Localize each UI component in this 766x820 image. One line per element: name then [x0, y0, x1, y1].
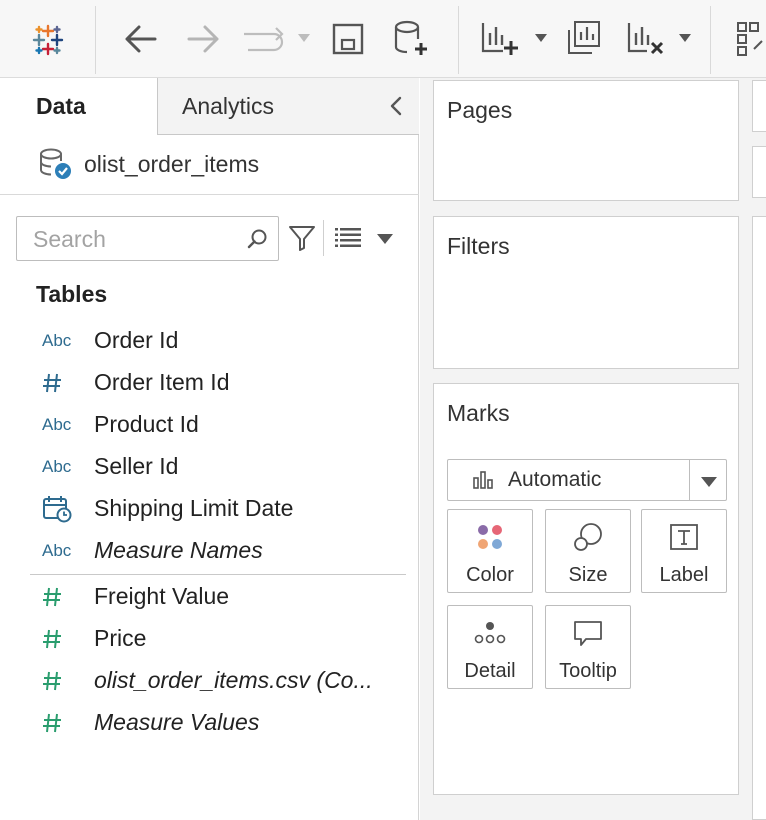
rows-shelf[interactable]	[752, 146, 766, 198]
marks-label-button[interactable]: Label	[641, 509, 727, 593]
field-measure-values[interactable]: Measure Values	[30, 703, 410, 743]
field-label: Seller Id	[94, 453, 179, 479]
data-pane: Data Analytics olist_order_items Search …	[0, 78, 419, 820]
field-label: Measure Names	[94, 537, 263, 563]
field-price[interactable]: Price	[30, 619, 410, 659]
field-label: Order Item Id	[94, 369, 230, 395]
label-icon	[642, 520, 726, 554]
filters-title: Filters	[447, 233, 510, 259]
collapse-pane-icon[interactable]	[386, 94, 410, 118]
save-icon[interactable]	[330, 20, 366, 58]
field-seller-id[interactable]: Abc Seller Id	[30, 447, 410, 487]
automatic-mark-icon	[473, 470, 493, 495]
redo-icon[interactable]	[242, 22, 288, 54]
field-product-id[interactable]: Abc Product Id	[30, 405, 410, 445]
calendar-icon	[42, 489, 82, 529]
swap-icon[interactable]	[734, 18, 766, 58]
marks-title: Marks	[447, 400, 510, 426]
string-type-icon: Abc	[42, 415, 72, 434]
number-type-icon	[42, 619, 82, 659]
clear-sheet-icon[interactable]	[624, 18, 666, 58]
toolbar-divider	[323, 220, 324, 256]
marks-tooltip-button[interactable]: Tooltip	[545, 605, 631, 689]
clear-sheet-dropdown-icon[interactable]	[677, 32, 693, 44]
tooltip-icon	[546, 616, 630, 650]
mark-type-label: Automatic	[508, 468, 602, 491]
tab-data[interactable]: Data	[0, 78, 158, 135]
field-label: Measure Values	[94, 709, 260, 735]
field-label: Order Id	[94, 327, 179, 353]
color-icon	[448, 520, 532, 554]
detail-label: Detail	[464, 660, 516, 682]
toolbar-divider	[95, 6, 96, 74]
tables-heading: Tables	[36, 281, 108, 307]
field-measure-names[interactable]: Abc Measure Names	[30, 531, 410, 571]
view-canvas[interactable]	[752, 216, 766, 820]
new-worksheet-icon[interactable]	[478, 18, 520, 58]
dropdown-divider	[689, 460, 690, 500]
size-icon	[546, 520, 630, 554]
field-label: olist_order_items.csv (Co...	[94, 667, 373, 693]
new-datasource-icon[interactable]	[390, 18, 430, 58]
redo-dropdown-icon[interactable]	[296, 32, 312, 44]
pages-title: Pages	[447, 97, 513, 123]
field-label: Product Id	[94, 411, 199, 437]
new-worksheet-dropdown-icon[interactable]	[533, 32, 549, 44]
number-type-icon	[42, 577, 82, 617]
datasource-icon	[38, 147, 74, 188]
field-order-item-id[interactable]: Order Item Id	[30, 363, 410, 403]
duplicate-sheet-icon[interactable]	[564, 18, 604, 58]
tooltip-label: Tooltip	[559, 660, 617, 682]
field-freight-value[interactable]: Freight Value	[30, 577, 410, 617]
marks-color-button[interactable]: Color	[447, 509, 533, 593]
view-list-icon[interactable]	[335, 228, 361, 253]
datasource-row[interactable]: olist_order_items	[0, 135, 419, 195]
field-label: Freight Value	[94, 583, 230, 609]
dimension-measure-divider	[30, 574, 406, 575]
filters-shelf[interactable]: Filters	[433, 216, 739, 369]
chevron-down-icon[interactable]	[700, 475, 718, 493]
string-type-icon: Abc	[42, 457, 72, 476]
view-dropdown-icon[interactable]	[376, 232, 394, 250]
datasource-name: olist_order_items	[84, 151, 260, 177]
detail-icon	[448, 616, 532, 650]
field-label: Shipping Limit Date	[94, 495, 294, 521]
number-type-icon	[42, 661, 82, 701]
size-label: Size	[568, 564, 608, 586]
number-type-icon	[42, 703, 82, 743]
view-pane-edge	[750, 78, 766, 820]
field-order-id[interactable]: Abc Order Id	[30, 321, 410, 361]
toolbar	[0, 0, 766, 78]
string-type-icon: Abc	[42, 331, 72, 350]
color-label: Color	[466, 564, 514, 586]
marks-detail-button[interactable]: Detail	[447, 605, 533, 689]
pages-shelf[interactable]: Pages	[433, 80, 739, 201]
field-shipping-limit-date[interactable]: Shipping Limit Date	[30, 489, 410, 529]
tab-analytics[interactable]: Analytics	[158, 78, 419, 135]
search-icon[interactable]	[246, 228, 268, 255]
toolbar-divider	[458, 6, 459, 74]
search-box[interactable]	[16, 216, 279, 261]
toolbar-divider	[710, 6, 711, 74]
marks-card: Marks Automatic Color Size Label Detail …	[433, 383, 739, 795]
marks-size-button[interactable]: Size	[545, 509, 631, 593]
number-type-icon	[42, 363, 82, 403]
field-label: Price	[94, 625, 147, 651]
forward-icon[interactable]	[184, 20, 224, 58]
columns-shelf[interactable]	[752, 80, 766, 132]
filter-icon[interactable]	[288, 224, 316, 257]
tableau-logo-icon[interactable]	[30, 22, 66, 58]
field-record-count[interactable]: olist_order_items.csv (Co...	[30, 661, 410, 701]
back-icon[interactable]	[120, 20, 160, 58]
string-type-icon: Abc	[42, 541, 72, 560]
label-label: Label	[659, 564, 709, 586]
search-input[interactable]	[33, 226, 243, 253]
mark-type-dropdown[interactable]: Automatic	[447, 459, 727, 501]
shelves-pane: Pages Filters Marks Automatic Color Size…	[420, 78, 750, 820]
data-pane-tabs: Data Analytics	[0, 78, 419, 135]
